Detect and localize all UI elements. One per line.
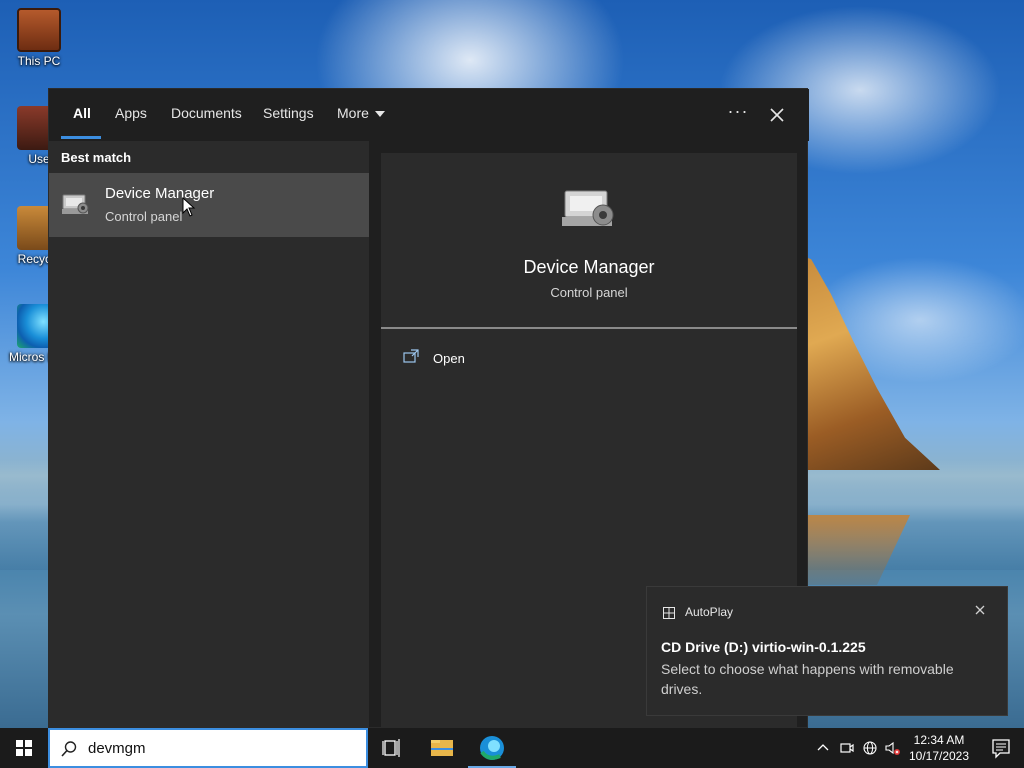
active-tab-indicator bbox=[61, 136, 101, 139]
toast-app-name: AutoPlay bbox=[685, 605, 734, 619]
open-external-icon bbox=[403, 349, 419, 363]
tab-all[interactable]: All bbox=[73, 105, 91, 121]
preview-header: Device Manager Control panel bbox=[381, 153, 797, 329]
search-tabs: All Apps Documents Settings More ··· bbox=[49, 89, 809, 141]
tab-more[interactable]: More bbox=[337, 105, 385, 121]
wallpaper-cliff bbox=[800, 255, 940, 470]
close-icon bbox=[770, 108, 784, 122]
edge-taskbar-button[interactable] bbox=[468, 728, 516, 768]
clock-time: 12:34 AM bbox=[913, 733, 965, 747]
close-button[interactable] bbox=[763, 101, 791, 129]
edge-icon bbox=[480, 736, 504, 760]
file-explorer-button[interactable] bbox=[418, 728, 466, 768]
autoplay-toast[interactable]: AutoPlay CD Drive (D:) virtio-win-0.1.22… bbox=[646, 586, 1008, 716]
windows-logo-icon bbox=[16, 740, 32, 756]
preview-subtitle: Control panel bbox=[550, 285, 628, 300]
device-manager-icon bbox=[62, 194, 89, 214]
toast-close-icon[interactable] bbox=[973, 603, 987, 617]
taskbar-search-box[interactable]: devmgm bbox=[48, 728, 368, 768]
wallpaper-reflection bbox=[800, 515, 910, 585]
best-match-heading: Best match bbox=[61, 150, 132, 165]
search-input[interactable]: devmgm bbox=[88, 740, 146, 757]
open-label: Open bbox=[433, 351, 465, 366]
action-center-button[interactable] bbox=[978, 728, 1024, 768]
volume-muted-icon[interactable] bbox=[884, 740, 900, 756]
search-icon bbox=[61, 741, 77, 757]
task-view-button[interactable] bbox=[368, 728, 416, 768]
result-subtitle: Control panel bbox=[105, 209, 183, 224]
tab-documents[interactable]: Documents bbox=[171, 105, 242, 121]
notification-icon bbox=[992, 739, 1010, 759]
chevron-up-icon[interactable] bbox=[815, 740, 831, 756]
toast-body: Select to choose what happens with remov… bbox=[661, 661, 954, 697]
this-pc-icon bbox=[17, 8, 61, 52]
network-globe-icon[interactable] bbox=[862, 740, 878, 756]
device-manager-icon bbox=[562, 190, 614, 226]
tab-apps[interactable]: Apps bbox=[115, 105, 147, 121]
chevron-down-icon bbox=[374, 111, 385, 118]
tab-more-label: More bbox=[337, 105, 369, 121]
tab-settings[interactable]: Settings bbox=[263, 105, 314, 121]
mouse-cursor-icon bbox=[182, 197, 196, 217]
autoplay-icon bbox=[663, 607, 675, 619]
result-title: Device Manager bbox=[105, 185, 215, 202]
preview-title: Device Manager bbox=[523, 257, 655, 277]
taskbar: devmgm 12:34 AM 10/17/2023 bbox=[0, 728, 1024, 768]
desktop-icon-this-pc[interactable]: This PC bbox=[8, 8, 70, 68]
toast-title: CD Drive (D:) virtio-win-0.1.225 bbox=[661, 639, 866, 655]
desktop-icon-label: This PC bbox=[17, 54, 61, 68]
desktop-icon-label: Use bbox=[28, 152, 50, 166]
camera-icon[interactable] bbox=[839, 740, 855, 756]
clock-date: 10/17/2023 bbox=[908, 749, 970, 763]
more-options-button[interactable]: ··· bbox=[725, 101, 751, 125]
system-clock[interactable]: 12:34 AM 10/17/2023 bbox=[900, 732, 978, 764]
start-button[interactable] bbox=[0, 728, 48, 768]
task-view-icon bbox=[382, 739, 400, 757]
results-column: Best match Device Manager Control panel bbox=[49, 141, 369, 729]
file-explorer-icon bbox=[431, 740, 453, 756]
result-device-manager[interactable]: Device Manager Control panel bbox=[49, 173, 369, 237]
